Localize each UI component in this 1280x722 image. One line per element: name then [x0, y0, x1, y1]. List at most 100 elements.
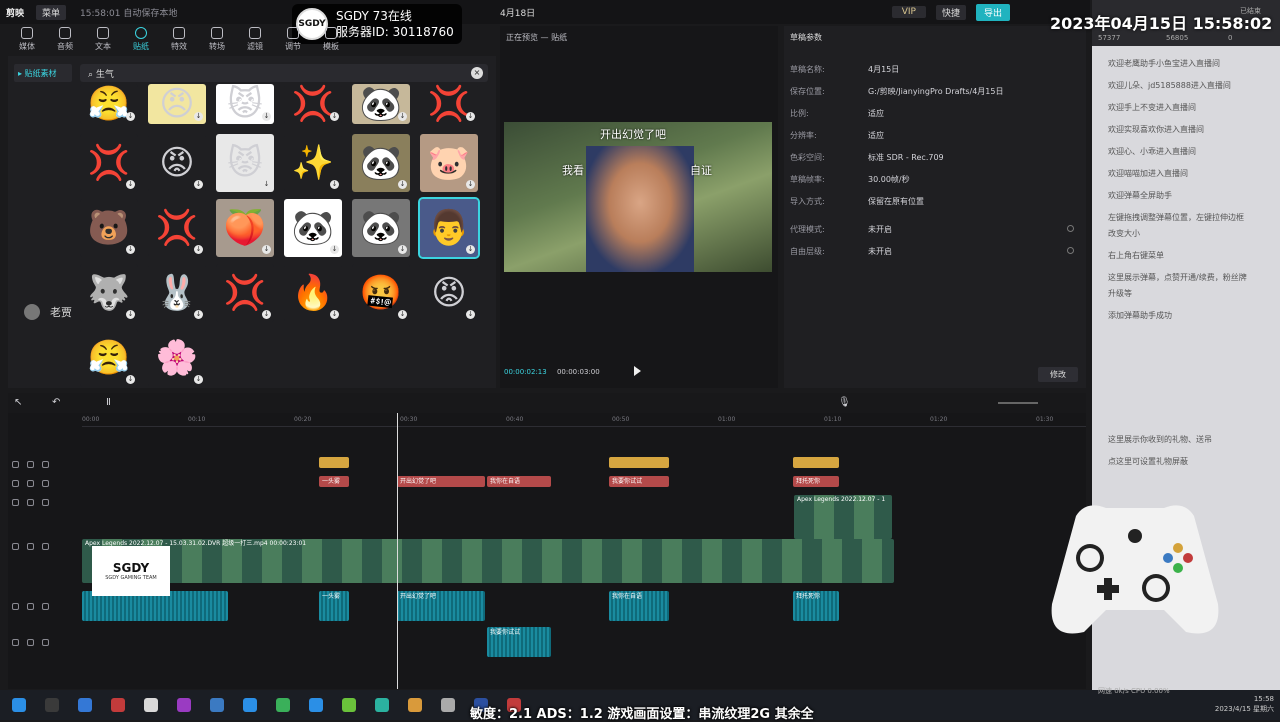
video-clip[interactable]: Apex Legends 2022.12.07 - 15.03.31.02.DV…	[82, 539, 894, 583]
sticker-item[interactable]: 🐻 ↓	[80, 199, 138, 257]
track-controls[interactable]	[12, 461, 49, 468]
taskbar-app-icon[interactable]	[144, 698, 158, 712]
lock-icon[interactable]	[12, 499, 19, 506]
export-button[interactable]: 导出	[975, 3, 1010, 21]
download-icon[interactable]: ↓	[194, 310, 203, 319]
download-icon[interactable]: ↓	[126, 310, 135, 319]
sticker-item[interactable]: 🔥 ↓	[284, 264, 342, 322]
lock-icon[interactable]	[12, 480, 19, 487]
zoom-slider[interactable]	[998, 402, 1038, 404]
menu-button[interactable]: 菜单	[36, 4, 67, 20]
taskbar-app-icon[interactable]	[375, 698, 389, 712]
tab-audio[interactable]: 音频	[46, 24, 84, 54]
mute-icon[interactable]	[42, 639, 49, 646]
download-icon[interactable]: ↓	[194, 112, 203, 121]
playhead[interactable]	[397, 413, 398, 689]
text-clip[interactable]: 拜托死你	[793, 476, 839, 487]
play-icon[interactable]	[634, 366, 641, 376]
shortcut-button[interactable]: 快捷	[935, 4, 966, 20]
text-clip[interactable]: 我要你试试	[609, 476, 669, 487]
sticker-item[interactable]: 💢 ↓	[148, 199, 206, 257]
download-icon[interactable]: ↓	[398, 112, 407, 121]
tab-template[interactable]: 模板	[312, 24, 350, 54]
download-icon[interactable]: ↓	[330, 310, 339, 319]
video-clip[interactable]: Apex Legends 2022.12.07 - 1	[794, 495, 892, 539]
taskbar-app-icon[interactable]	[12, 698, 26, 712]
taskbar-app-icon[interactable]	[210, 698, 224, 712]
sticker-item[interactable]: 🍑 ↓	[216, 199, 274, 257]
download-icon[interactable]: ↓	[466, 245, 475, 254]
tab-adjust[interactable]: 调节	[274, 24, 312, 54]
download-icon[interactable]: ↓	[126, 375, 135, 384]
tab-media[interactable]: 媒体	[8, 24, 46, 54]
download-icon[interactable]: ↓	[330, 245, 339, 254]
sticker-item[interactable]: 💢 ↓	[284, 84, 342, 124]
sticker-clip[interactable]	[793, 457, 839, 468]
sticker-item[interactable]: 🐺 ↓	[80, 264, 138, 322]
download-icon[interactable]: ↓	[466, 112, 475, 121]
visibility-icon[interactable]	[27, 543, 34, 550]
text-clip[interactable]: 我你在自语	[487, 476, 551, 487]
download-icon[interactable]: ↓	[194, 245, 203, 254]
tab-effects[interactable]: 特效	[160, 24, 198, 54]
split-icon[interactable]: Ⅱ	[106, 397, 111, 408]
tab-sticker[interactable]: 贴纸	[122, 24, 160, 54]
sticker-item[interactable]: 😤 ↓	[80, 84, 138, 124]
sticker-item[interactable]: 😾 ↓	[216, 84, 274, 124]
lock-icon[interactable]	[12, 639, 19, 646]
taskbar-app-icon[interactable]	[408, 698, 422, 712]
download-icon[interactable]: ↓	[262, 310, 271, 319]
text-clip[interactable]: 开出幻觉了吧	[397, 476, 485, 487]
sticker-clip[interactable]	[609, 457, 669, 468]
visibility-icon[interactable]	[27, 461, 34, 468]
sticker-item[interactable]: 😡 ↓	[148, 134, 206, 192]
track-controls[interactable]	[12, 603, 49, 610]
sticker-item[interactable]: 😡 ↓	[420, 264, 478, 322]
download-icon[interactable]: ↓	[262, 245, 271, 254]
visibility-icon[interactable]	[27, 639, 34, 646]
track-controls[interactable]	[12, 639, 49, 646]
info-icon[interactable]	[1067, 225, 1074, 232]
taskbar-app-icon[interactable]	[78, 698, 92, 712]
undo-icon[interactable]: ↶	[52, 397, 60, 408]
download-icon[interactable]: ↓	[466, 180, 475, 189]
taskbar-app-icon[interactable]	[177, 698, 191, 712]
sticker-category[interactable]: ▸ 贴纸素材	[14, 64, 72, 82]
tab-text[interactable]: 文本	[84, 24, 122, 54]
edit-button[interactable]: 修改	[1038, 367, 1078, 382]
sticker-item[interactable]: 👨 ↓	[418, 197, 480, 259]
audio-clip[interactable]: 开出幻觉了吧	[397, 591, 485, 621]
sticker-item[interactable]: 💢 ↓	[80, 134, 138, 192]
sticker-item[interactable]: 🤬 ↓	[352, 264, 410, 322]
download-icon[interactable]: ↓	[330, 112, 339, 121]
sticker-item[interactable]: 🌸 ↓	[148, 329, 206, 387]
download-icon[interactable]: ↓	[398, 310, 407, 319]
download-icon[interactable]: ↓	[126, 112, 135, 121]
sticker-item[interactable]: 😠 ↓	[148, 84, 206, 124]
download-icon[interactable]: ↓	[194, 375, 203, 384]
visibility-icon[interactable]	[27, 499, 34, 506]
sticker-item[interactable]: 🐷 ↓	[420, 134, 478, 192]
taskbar-app-icon[interactable]	[111, 698, 125, 712]
track-controls[interactable]	[12, 543, 49, 550]
download-icon[interactable]: ↓	[330, 180, 339, 189]
vip-button[interactable]: VIP	[891, 6, 926, 18]
download-icon[interactable]: ↓	[398, 180, 407, 189]
search-input[interactable]: ⌕ 生气 ×	[80, 64, 488, 82]
visibility-icon[interactable]	[27, 603, 34, 610]
sticker-item[interactable]: 🐼 ↓	[352, 199, 410, 257]
download-icon[interactable]: ↓	[126, 245, 135, 254]
sticker-item[interactable]: 😤 ↓	[80, 329, 138, 387]
sticker-item[interactable]: 🐼 ↓	[284, 199, 342, 257]
clear-search-icon[interactable]: ×	[471, 67, 483, 79]
track-controls[interactable]	[12, 480, 49, 487]
download-icon[interactable]: ↓	[194, 180, 203, 189]
download-icon[interactable]: ↓	[262, 112, 271, 121]
taskbar-app-icon[interactable]	[243, 698, 257, 712]
track-controls[interactable]	[12, 499, 49, 506]
tab-filter[interactable]: 滤镜	[236, 24, 274, 54]
sticker-item[interactable]: 💢 ↓	[216, 264, 274, 322]
mute-icon[interactable]	[42, 480, 49, 487]
sticker-item[interactable]: 🐼 ↓	[352, 134, 410, 192]
visibility-icon[interactable]	[27, 480, 34, 487]
